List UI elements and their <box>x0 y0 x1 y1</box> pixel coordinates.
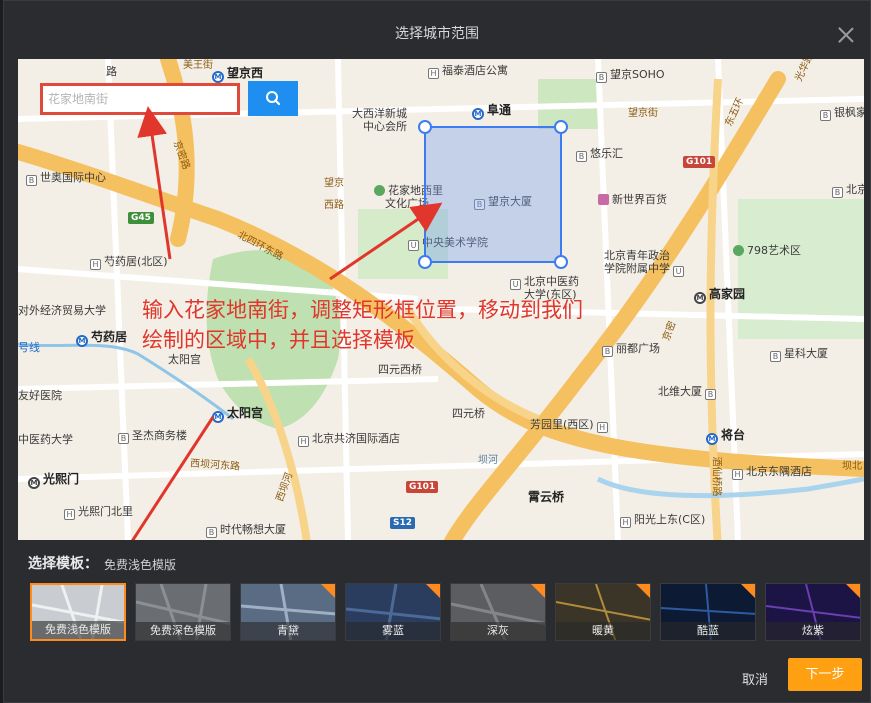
xinshijie-label: 新世界百货 <box>598 193 667 206</box>
template-list: 免费浅色模版 免费深色模版 青黛 雾蓝 深灰 暖黄 酷蓝 炫紫 <box>30 583 864 643</box>
bjqn-label-2: 学院附属中学 U <box>604 262 687 277</box>
xiayun-bridge-label: 霄云桥 <box>528 490 565 504</box>
template-label-2: 青黛 <box>241 622 335 640</box>
resize-handle-top-left[interactable] <box>418 120 432 134</box>
search-icon <box>266 91 281 106</box>
s12-shield: S12 <box>390 517 416 529</box>
premium-badge-4 <box>531 584 545 598</box>
guangximen-station-label: M 光熙门 <box>28 473 79 489</box>
youlehui-label: B 悠乐汇 <box>576 147 623 162</box>
template-label-5: 暖黄 <box>556 622 650 640</box>
art798-label: 798艺术区 <box>733 244 801 257</box>
beijing-right-label: B 北京 <box>832 183 864 198</box>
meiwang-road-label: 美王街 <box>183 60 213 71</box>
search-box <box>40 83 240 115</box>
template-label-6: 酷蓝 <box>661 622 755 640</box>
template-item-4[interactable]: 深灰 <box>450 583 546 641</box>
template-label-3: 雾蓝 <box>346 622 440 640</box>
fangyuanli-label: 芳园里(西区) H <box>530 418 611 433</box>
beiwei-label: 北维大厦 B <box>658 385 719 400</box>
gongji-hotel-label: H 北京共济国际酒店 <box>298 432 400 447</box>
g101-shield-top: G101 <box>683 156 716 168</box>
close-icon[interactable] <box>838 27 854 43</box>
template-section-title: 选择模板： <box>28 556 98 572</box>
g101-shield-bottom: G101 <box>406 481 439 493</box>
selection-rectangle[interactable] <box>418 120 568 269</box>
template-item-3[interactable]: 雾蓝 <box>345 583 441 641</box>
template-item-6[interactable]: 酷蓝 <box>660 583 756 641</box>
futong-station-label: M 阜通 <box>472 104 511 120</box>
template-item-1[interactable]: 免费深色模版 <box>135 583 231 641</box>
instruction-annotation: 输入花家地南街，调整矩形框位置，移动到我们绘制的区域中，并且选择模板 <box>142 298 583 352</box>
lidu-label: B 丽都广场 <box>602 342 660 357</box>
taiyanggong-station-label: M 太阳宫 <box>212 407 263 423</box>
resize-handle-bottom-right[interactable] <box>554 255 568 269</box>
futai-hotel-label: H 福泰酒店公寓 <box>428 64 508 79</box>
premium-badge-3 <box>426 584 440 598</box>
template-item-7[interactable]: 炫紫 <box>765 583 861 641</box>
template-label-0: 免费浅色模版 <box>32 621 124 639</box>
youhao-hospital-label: 友好医院 <box>18 389 62 402</box>
hebei-label: 坝北 <box>842 461 862 472</box>
jiuxianqiao-road-label: 酒仙桥路 <box>710 456 722 497</box>
dpxy-label-1: 大西洋新城 <box>352 107 407 120</box>
g45-shield: G45 <box>128 212 154 224</box>
yinfeng-label: B 银枫家 <box>820 106 864 121</box>
dialog-titlebar: 选择城市范围 <box>4 1 870 59</box>
dongyu-hotel-label: H 北京东隅酒店 <box>732 465 812 480</box>
xingke-label: B 星科大厦 <box>770 347 828 362</box>
premium-badge-5 <box>636 584 650 598</box>
premium-badge-7 <box>846 584 860 598</box>
cancel-button[interactable]: 取消 <box>742 669 768 688</box>
shengjie-label: B 圣杰商务楼 <box>118 429 187 444</box>
wangjing-xilu-label-1: 望京 <box>324 178 344 189</box>
template-item-2[interactable]: 青黛 <box>240 583 336 641</box>
next-step-button[interactable]: 下一步 <box>788 658 862 691</box>
dpxy-label-2: 中心会所 <box>363 120 407 133</box>
template-item-5[interactable]: 暖黄 <box>555 583 651 641</box>
resize-handle-top-right[interactable] <box>554 120 568 134</box>
template-label-7: 炫紫 <box>766 622 860 640</box>
lu-label: 路 <box>106 65 117 78</box>
premium-badge-6 <box>741 584 755 598</box>
bahe-label: 坝河 <box>478 455 498 466</box>
guangximen-north-label: H 光熙门北里 <box>64 505 133 520</box>
search-button[interactable] <box>248 81 298 116</box>
huajiadi-label-2: 文化广场 <box>385 197 429 210</box>
dialog-title: 选择城市范围 <box>395 26 479 42</box>
premium-badge-2 <box>321 584 335 598</box>
template-current-label: 免费浅色模版 <box>104 558 177 572</box>
wangjing-xilu-label-2: 西路 <box>324 200 344 211</box>
bjqn-label-1: 北京青年政治 <box>604 249 670 262</box>
template-label-4: 深灰 <box>451 622 545 640</box>
shaoyaoju-north-label: H 芍药居(北区) <box>90 255 168 270</box>
template-label-1: 免费深色模版 <box>136 622 230 640</box>
wangjing-soho-label: B 望京SOHO <box>596 68 665 83</box>
siyuan-bridge-label: 四元桥 <box>452 407 485 420</box>
map-view[interactable]: M 望京西 H 福泰酒店公寓 B 望京SOHO 路 美王街 大西洋新城 中心会所 M阜… <box>18 59 864 540</box>
gaojiayuan-label: M 高家园 <box>694 288 745 304</box>
template-item-0[interactable]: 免费浅色模版 <box>30 583 126 641</box>
duiwai-univ-label: 对外经济贸易大学 <box>18 304 106 317</box>
metro-line-label: 号线 <box>18 341 40 354</box>
jiangtai-station-label: M 将台 <box>706 429 745 445</box>
shidai-label: B 时代畅想大厦 <box>206 523 286 538</box>
siyuan-west-label: 四元西桥 <box>378 363 422 376</box>
resize-handle-bottom-left[interactable] <box>418 255 432 269</box>
search-input[interactable] <box>43 86 237 112</box>
yangguang-label: H 阳光上东(C区) <box>620 513 705 528</box>
shiao-center-label: B 世奥国际中心 <box>26 171 106 186</box>
wangjing-jie-label: 望京街 <box>628 108 658 119</box>
shaoyaoju-station-label: M 芍药居 <box>76 331 127 347</box>
select-city-range-dialog: 选择城市范围 M 望京西 H 福泰酒店公寓 B 望京SOHO 路 美王街 大西洋… <box>3 0 871 703</box>
zhongyi-univ-label: 中医药大学 <box>18 433 73 446</box>
